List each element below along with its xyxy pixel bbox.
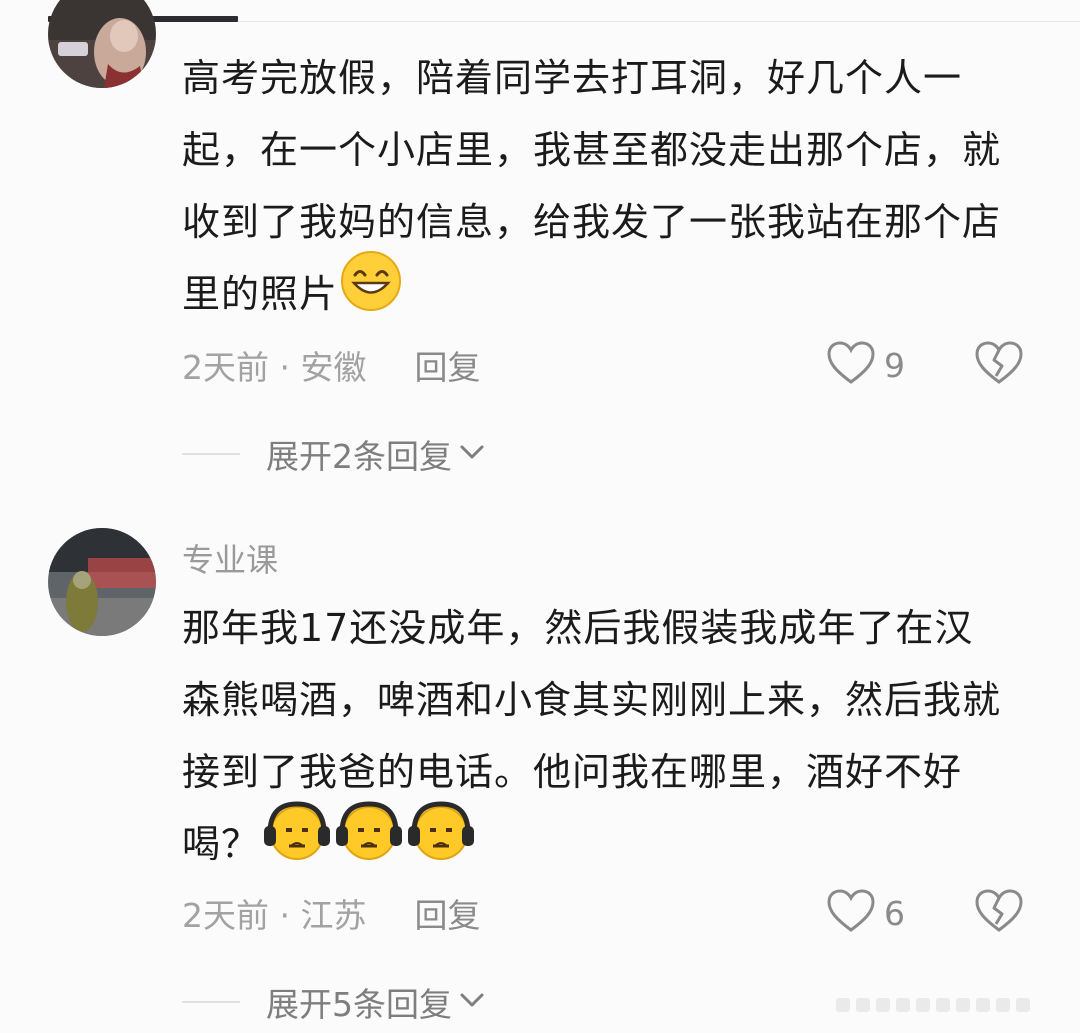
like-count: 9	[884, 345, 905, 385]
divider	[182, 1001, 240, 1003]
grinning-face-icon	[340, 250, 402, 335]
comment-meta: 2天前 · 安徽 回复	[182, 346, 480, 390]
avatar[interactable]	[48, 0, 156, 88]
broken-heart-icon	[974, 889, 1024, 938]
headphone-sad-face-icon	[334, 800, 404, 885]
divider	[182, 453, 240, 455]
like-button[interactable]: 9	[826, 340, 916, 390]
heart-icon	[826, 888, 876, 938]
heart-icon	[826, 340, 876, 390]
comment-time-location: 2天前 · 安徽	[182, 348, 367, 387]
comment-time-location: 2天前 · 江苏	[182, 896, 367, 935]
reply-button[interactable]: 回复	[414, 896, 480, 935]
expand-replies-label: 展开2条回复	[266, 437, 452, 476]
comment-text: 高考完放假，陪着同学去打耳洞，好几个人一起，在一个小店里，我甚至都没走出那个店，…	[182, 42, 1002, 335]
dislike-button[interactable]	[974, 888, 1024, 938]
expand-replies-label: 展开5条回复	[266, 985, 452, 1024]
reply-button[interactable]: 回复	[414, 348, 480, 387]
headphone-sad-face-icon	[262, 800, 332, 885]
expand-replies-button[interactable]: 展开5条回复	[182, 980, 486, 1024]
chevron-down-icon	[458, 442, 486, 466]
top-divider	[238, 21, 1080, 22]
username[interactable]: 专业课	[182, 540, 278, 580]
avatar[interactable]	[48, 528, 156, 636]
broken-heart-icon	[974, 341, 1024, 390]
like-count: 6	[884, 893, 905, 933]
comment-meta: 2天前 · 江苏 回复	[182, 894, 480, 938]
expand-replies-button[interactable]: 展开2条回复	[182, 432, 486, 476]
comment-text: 那年我17还没成年，然后我假装我成年了在汉森熊喝酒，啤酒和小食其实刚刚上来，然后…	[182, 592, 1002, 885]
like-button[interactable]: 6	[826, 888, 916, 938]
dislike-button[interactable]	[974, 340, 1024, 390]
chevron-down-icon	[458, 990, 486, 1014]
watermark	[826, 990, 1066, 1020]
headphone-sad-face-icon	[406, 800, 476, 885]
